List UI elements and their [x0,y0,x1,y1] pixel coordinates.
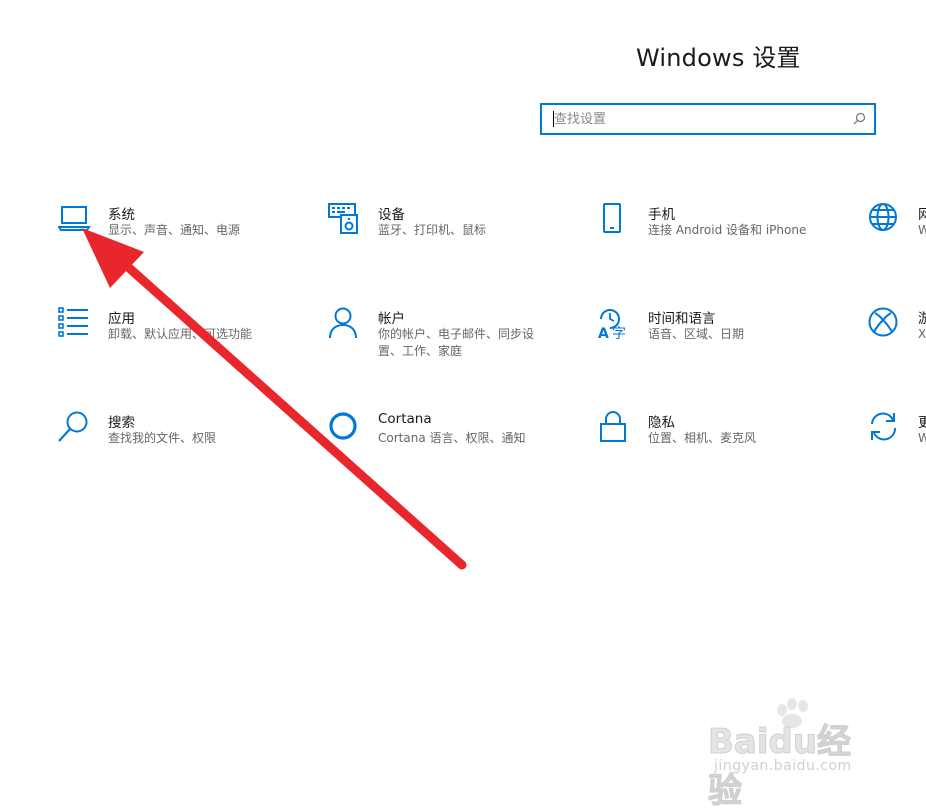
phone-icon [603,203,621,233]
tile-title: 更 [918,415,926,431]
tile-title: 帐户 [378,311,405,327]
update-icon [871,412,897,441]
tile-title: 网 [918,207,926,223]
search-input[interactable] [554,105,844,133]
tile-search[interactable]: 搜索 查找我的文件、权限 [58,411,298,471]
cortana-icon [329,412,357,440]
svg-text:A: A [598,326,609,341]
tile-description: 卸载、默认应用、可选功能 [108,327,253,341]
tile-title: 时间和语言 [648,311,716,327]
time-language-icon: A 字 [598,309,626,341]
laptop-icon [58,206,91,231]
tile-description: 显示、声音、通知、电源 [108,223,241,237]
tile-devices[interactable]: 设备 蓝牙、打印机、鼠标 [328,203,568,263]
search-box[interactable] [540,103,876,135]
tile-network[interactable]: 网 W [868,203,926,263]
tile-privacy[interactable]: 隐私 位置、相机、麦克风 [598,411,838,471]
search-icon [58,411,88,442]
tile-description: 语音、区域、日期 [648,327,745,341]
tile-description: W [918,431,926,445]
keyboard-devices-icon [328,203,358,234]
tile-description: 位置、相机、麦克风 [648,431,757,445]
tile-description: W [918,223,926,237]
lock-icon [600,411,626,442]
tile-title: Cortana [378,411,432,427]
tile-description: X [918,327,926,341]
tile-cortana[interactable]: Cortana Cortana 语言、权限、通知 [328,411,568,471]
tile-gaming[interactable]: 游 X [868,307,926,367]
tile-description: 查找我的文件、权限 [108,431,217,445]
tile-title: 游 [918,311,926,327]
tile-apps[interactable]: 应用 卸载、默认应用、可选功能 [58,307,298,367]
search-icon[interactable] [853,112,866,125]
tile-description: Cortana 语言、权限、通知 [378,431,526,445]
tile-description: 连接 Android 设备和 iPhone [648,223,807,237]
tile-description: 蓝牙、打印机、鼠标 [378,223,487,237]
tile-description: 你的帐户、电子邮件、同步设置、工作、家庭 [378,327,535,358]
page-title: Windows 设置 [636,44,801,72]
person-icon [329,307,357,339]
tile-update-security[interactable]: 更 W [868,411,926,471]
apps-list-icon [58,307,88,337]
tile-title: 隐私 [648,415,675,431]
tile-title: 手机 [648,207,675,223]
tile-title: 设备 [378,207,405,223]
watermark-url: jingyan.baidu.com [714,758,852,774]
svg-text:字: 字 [612,326,626,341]
tile-time-language[interactable]: A 字 时间和语言 语音、区域、日期 [598,307,838,367]
xbox-icon [868,307,898,337]
globe-icon [869,203,897,231]
tile-accounts[interactable]: 帐户 你的帐户、电子邮件、同步设置、工作、家庭 [328,307,568,367]
tile-title: 系统 [108,207,135,223]
tile-title: 搜索 [108,415,135,431]
tile-system[interactable]: 系统 显示、声音、通知、电源 [58,203,298,263]
tile-title: 应用 [108,311,135,327]
baidu-watermark: Baidu经验 jingyan.baidu.com [708,698,878,812]
tile-phone[interactable]: 手机 连接 Android 设备和 iPhone [598,203,838,263]
